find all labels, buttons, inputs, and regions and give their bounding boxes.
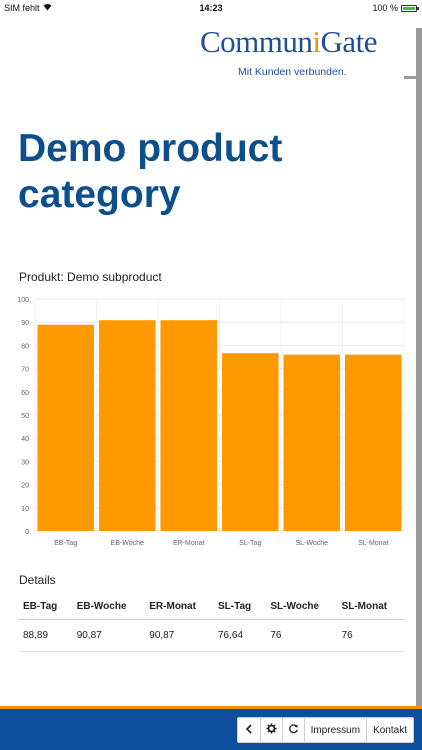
y-tick-label: 0 — [25, 529, 29, 536]
logo-wordmark: CommuniGate — [200, 24, 378, 59]
footer-bar: Impressum Kontakt — [0, 706, 422, 750]
details-header-cell: SL-Woche — [265, 595, 337, 620]
details-title: Details — [19, 573, 56, 587]
bar-sl-tag — [221, 353, 279, 531]
details-cell: 90,87 — [144, 619, 213, 652]
status-right: 100 % — [372, 3, 419, 13]
scroll-rail-notch — [404, 76, 416, 79]
details-header-cell: EB-Tag — [18, 595, 72, 620]
battery-percent: 100 % — [372, 3, 398, 13]
details-cell: 76 — [336, 619, 404, 652]
status-time: 14:23 — [199, 3, 223, 13]
y-tick-label: 50 — [21, 413, 29, 420]
details-cell: 88,89 — [18, 619, 72, 652]
footer-toolbar: Impressum Kontakt — [236, 717, 414, 743]
bar-er-monat — [160, 320, 218, 531]
chevron-left-icon — [245, 723, 253, 737]
bar-chart: 0 10 20 30 40 50 60 70 80 90 100 EB-Tag EB-Woche ER-M… — [17, 297, 405, 547]
x-tick-label: SL-Monat — [358, 540, 388, 547]
y-tick-label: 40 — [21, 436, 29, 443]
settings-button[interactable] — [259, 718, 282, 742]
table-row: 88,89 90,87 90,87 76,64 76 76 — [18, 619, 404, 652]
details-header-cell: ER-Monat — [144, 595, 213, 620]
details-header-cell: SL-Tag — [213, 595, 266, 620]
back-button[interactable] — [237, 718, 260, 742]
refresh-icon — [288, 723, 299, 737]
y-tick-label: 70 — [21, 367, 29, 374]
x-tick-label: EB-Woche — [111, 540, 144, 547]
status-bar: SIM fehlt 14:23 100 % — [0, 0, 422, 16]
scroll-rail — [416, 28, 422, 706]
bar-sl-monat — [344, 354, 402, 531]
details-table: EB-Tag EB-Woche ER-Monat SL-Tag SL-Woche… — [18, 595, 404, 652]
details-cell: 76 — [265, 619, 337, 652]
bar-sl-woche — [283, 354, 341, 531]
y-tick-label: 10 — [21, 506, 29, 513]
x-tick-label: ER-Monat — [173, 540, 205, 547]
gear-icon — [266, 723, 277, 737]
chart-title: Produkt: Demo subproduct — [19, 270, 162, 284]
x-tick-label: SL-Woche — [295, 540, 328, 547]
details-cell: 76,64 — [213, 619, 266, 652]
x-tick-label: EB-Tag — [54, 540, 77, 547]
y-tick-label: 80 — [21, 343, 29, 350]
y-tick-label: 30 — [21, 459, 29, 466]
details-header-cell: EB-Woche — [71, 595, 145, 620]
x-tick-label: SL-Tag — [239, 540, 261, 547]
page-title: Demo product category — [18, 127, 283, 216]
battery-icon — [401, 4, 419, 12]
y-tick-label: 100 — [17, 297, 29, 304]
communigate-logo: CommuniGate Mit Kunden verbunden. — [200, 24, 396, 84]
impressum-button[interactable]: Impressum — [303, 718, 367, 742]
refresh-button[interactable] — [281, 718, 304, 742]
bar-eb-tag — [37, 324, 95, 531]
bar-eb-woche — [98, 320, 156, 531]
details-header-cell: SL-Monat — [336, 595, 404, 620]
kontakt-button[interactable]: Kontakt — [366, 718, 413, 742]
details-header-row: EB-Tag EB-Woche ER-Monat SL-Tag SL-Woche… — [18, 595, 404, 620]
logo-tagline: Mit Kunden verbunden. — [238, 66, 347, 78]
details-cell: 90,87 — [71, 619, 145, 652]
y-tick-label: 20 — [21, 483, 29, 490]
y-tick-label: 60 — [21, 390, 29, 397]
y-tick-label: 90 — [21, 320, 29, 327]
